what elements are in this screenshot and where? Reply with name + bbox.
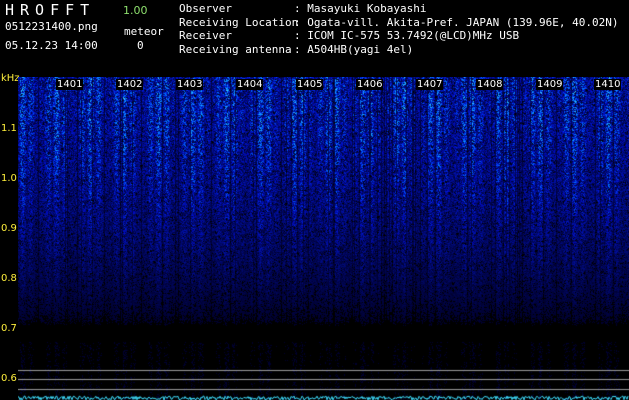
- time-tick-label: 1410: [594, 79, 622, 90]
- time-tick-label: 1404: [236, 79, 264, 90]
- frequency-unit: kHz: [1, 73, 20, 84]
- station-info: Observer : Masayuki Kobayashi Receiving …: [179, 2, 619, 56]
- time-tick-label: 1409: [536, 79, 564, 90]
- info-label: Receiver: [179, 29, 232, 42]
- app-logo: HROFFT: [5, 1, 96, 19]
- meteor-count: 0: [137, 39, 144, 52]
- time-tick-label: 1407: [416, 79, 444, 90]
- info-label: Receiving Location: [179, 15, 299, 29]
- file-name: 0512231400.png: [5, 20, 98, 33]
- spectrogram-canvas[interactable]: [18, 77, 629, 400]
- frequency-tick-label: 0.7: [1, 323, 17, 334]
- info-row-receiver: Receiver : ICOM IC-575 53.7492(@LCD)MHz …: [179, 29, 619, 43]
- frequency-tick-label: 1.0: [1, 173, 17, 184]
- time-tick-label: 1408: [476, 79, 504, 90]
- time-tick-label: 1403: [176, 79, 204, 90]
- frequency-tick-label: 0.8: [1, 273, 17, 284]
- time-tick-label: 1405: [296, 79, 324, 90]
- info-row-observer: Observer : Masayuki Kobayashi: [179, 2, 619, 16]
- info-label: Receiving antenna: [179, 42, 292, 56]
- info-value: : A504HB(yagi 4el): [294, 42, 414, 56]
- meteor-label: meteor: [124, 25, 164, 38]
- time-tick-label: 1406: [356, 79, 384, 90]
- info-label: Observer: [179, 2, 232, 15]
- frequency-tick-label: 1.1: [1, 123, 17, 134]
- app-version: 1.00: [123, 4, 148, 17]
- time-tick-label: 1402: [116, 79, 144, 90]
- frequency-tick-label: 0.6: [1, 373, 17, 384]
- info-value: : Masayuki Kobayashi: [294, 2, 427, 15]
- time-tick-label: 1401: [56, 79, 84, 90]
- header-panel: HROFFT 1.00 0512231400.png meteor 05.12.…: [0, 0, 629, 76]
- date-time: 05.12.23 14:00: [5, 39, 98, 52]
- frequency-tick-label: 0.9: [1, 223, 17, 234]
- info-row-antenna: Receiving antenna : A504HB(yagi 4el): [179, 43, 619, 57]
- info-value: : ICOM IC-575 53.7492(@LCD)MHz USB: [294, 29, 520, 42]
- info-value: : Ogata-vill. Akita-Pref. JAPAN (139.96E…: [294, 15, 619, 29]
- frequency-axis: kHz 1.1 1.0 0.9 0.8 0.7 0.6: [0, 73, 20, 400]
- info-row-location: Receiving Location : Ogata-vill. Akita-P…: [179, 16, 619, 30]
